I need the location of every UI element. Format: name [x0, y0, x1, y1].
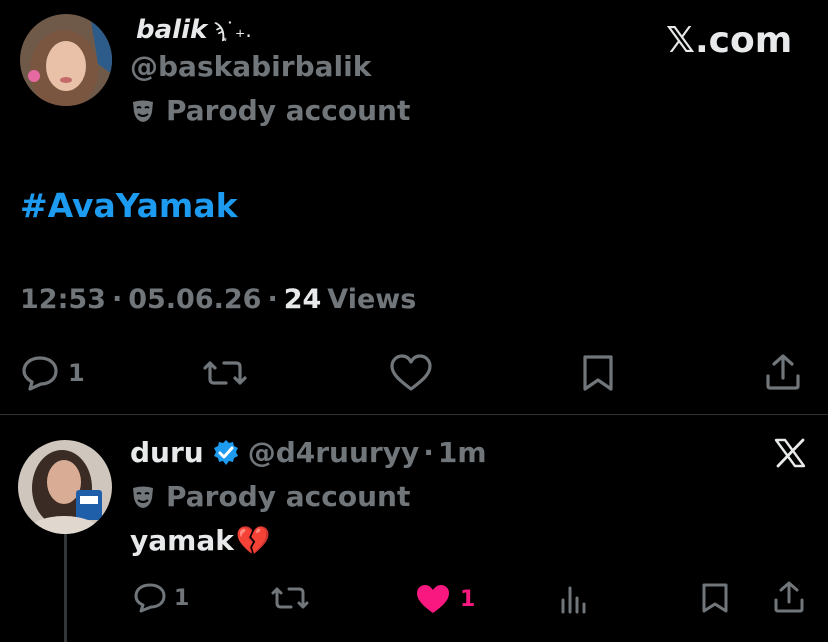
meta-separator: · — [111, 284, 123, 315]
retweet-icon — [271, 587, 309, 609]
reply-count: 1 — [68, 359, 85, 387]
tweet-hashtag[interactable]: #AvaYamak — [20, 186, 238, 225]
x-wordmark: 𝕏.com — [666, 20, 793, 61]
reply-retweet-button[interactable] — [270, 583, 310, 613]
author-display-name[interactable]: balik — [136, 15, 207, 45]
views-count: 24 — [283, 284, 322, 315]
reply-icon — [132, 582, 168, 614]
parody-mask-icon — [130, 484, 156, 510]
heart-filled-icon — [414, 582, 452, 616]
views-label: Views — [327, 284, 417, 315]
reply-share-button[interactable] — [772, 580, 806, 614]
retweet-icon — [203, 361, 247, 385]
share-icon — [774, 581, 804, 613]
reply-views-button[interactable] — [558, 584, 592, 614]
reply-button[interactable]: 1 — [20, 354, 85, 392]
reply-time[interactable]: 1m — [438, 436, 487, 469]
reply-reply-button[interactable]: 1 — [132, 582, 189, 614]
author-avatar[interactable] — [20, 14, 112, 106]
reply-parody-badge-label: Parody account — [166, 480, 411, 513]
reply-like-button[interactable]: 1 — [414, 582, 475, 616]
retweet-button[interactable] — [202, 355, 248, 391]
reply-text: yamak — [130, 524, 234, 557]
tweet-date[interactable]: 05.06.26 — [128, 284, 261, 315]
verified-badge-icon — [212, 439, 240, 467]
bookmark-button[interactable] — [581, 353, 615, 393]
bookmark-icon — [702, 583, 728, 613]
heart-icon — [390, 354, 432, 391]
reply-author-avatar[interactable] — [18, 440, 112, 534]
share-button[interactable] — [764, 352, 802, 392]
meta-separator: · — [267, 284, 278, 315]
reply-reply-count: 1 — [174, 585, 190, 611]
bookmark-icon — [583, 355, 613, 391]
reply-author-handle[interactable]: @d4ruuryy — [248, 436, 420, 469]
reply-icon — [20, 354, 60, 392]
parody-mask-icon — [130, 98, 156, 124]
reply-meta-separator: · — [423, 436, 434, 469]
reply-bookmark-button[interactable] — [700, 582, 730, 614]
parody-badge-label: Parody account — [166, 94, 411, 127]
author-handle[interactable]: @baskabirbalik — [130, 50, 371, 83]
tweet-meta: 12:53 · 05.06.26 · 24 Views — [20, 284, 416, 315]
broken-heart-emoji: 💔 — [235, 524, 271, 557]
reply-like-count: 1 — [460, 586, 476, 612]
name-decoration: ϡ͙˙₊. — [213, 17, 252, 42]
thread-line — [64, 532, 67, 642]
like-button[interactable] — [389, 353, 433, 393]
divider — [0, 414, 828, 415]
share-icon — [766, 354, 800, 390]
analytics-icon — [561, 586, 586, 614]
x-logo-icon — [774, 438, 806, 468]
tweet-time[interactable]: 12:53 — [20, 284, 106, 315]
reply-display-name[interactable]: duru — [130, 436, 204, 469]
